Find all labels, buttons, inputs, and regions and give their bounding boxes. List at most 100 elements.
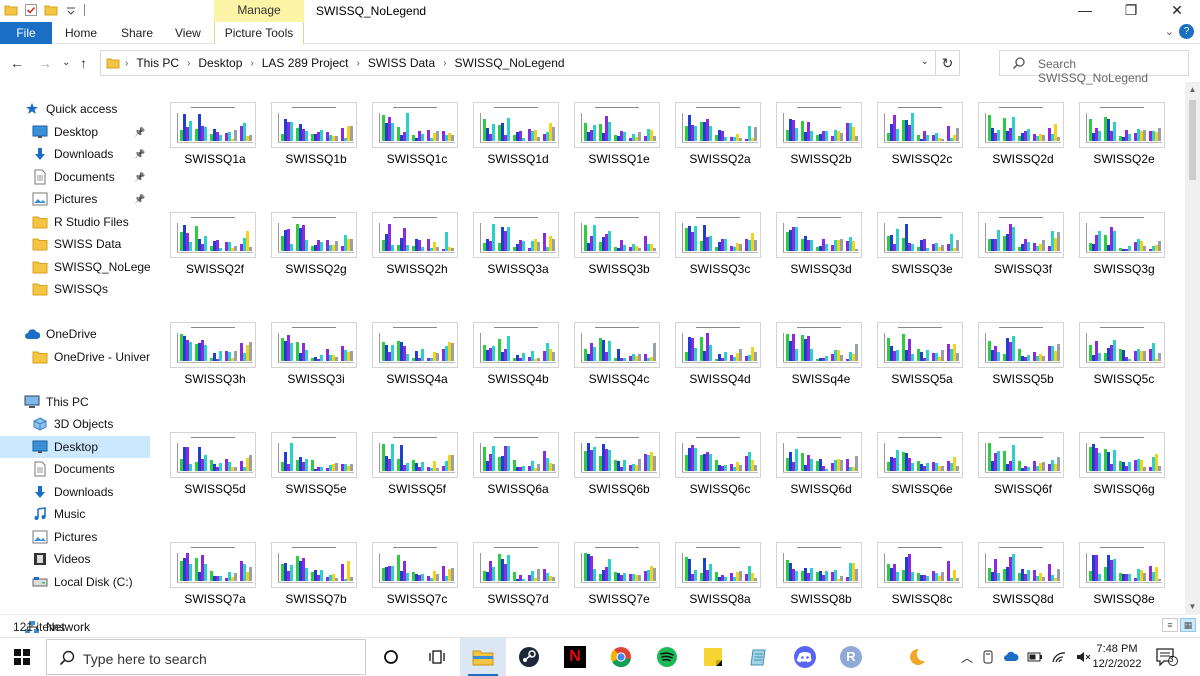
chrome-icon[interactable] [598, 638, 644, 676]
spotify-icon[interactable] [644, 638, 690, 676]
steam-icon[interactable] [506, 638, 552, 676]
tab-view[interactable]: View [175, 22, 201, 44]
breadcrumb-swiss-data[interactable]: SWISS Data [368, 56, 435, 70]
file-item[interactable]: SWISSQ6a [465, 422, 561, 502]
file-item[interactable]: SWISSQ8e [1071, 532, 1167, 612]
sidebar-item[interactable]: This PC [0, 391, 150, 413]
pin-icon[interactable]: 📌 [134, 172, 145, 183]
sidebar-item[interactable]: OneDrive [0, 323, 150, 345]
sidebar-item[interactable]: Local Disk (C:) [0, 571, 150, 593]
sidebar-item[interactable]: Quick access [0, 98, 150, 120]
recent-locations-button[interactable]: ⌄ [62, 57, 70, 68]
file-item[interactable]: SWISSQ5f [364, 422, 460, 502]
address-bar[interactable]: › This PC › Desktop › LAS 289 Project › … [100, 50, 960, 76]
file-item[interactable]: SWISSq4e [768, 312, 864, 392]
discord-icon[interactable] [782, 638, 828, 676]
scroll-up-arrow-icon[interactable]: ▲ [1185, 82, 1200, 97]
file-item[interactable]: SWISSQ8c [869, 532, 965, 612]
sidebar-item[interactable]: Music [0, 503, 150, 525]
sidebar-item[interactable]: Downloads 📌 [0, 143, 150, 165]
file-item[interactable]: SWISSQ3g [1071, 202, 1167, 282]
sidebar-item[interactable]: SWISSQ_NoLegend [0, 256, 150, 278]
file-item[interactable]: SWISSQ4d [667, 312, 763, 392]
sidebar-item[interactable]: OneDrive - Universi [0, 346, 150, 368]
expand-ribbon-chevron-icon[interactable]: ⌄ [1165, 25, 1174, 38]
taskbar-search-box[interactable]: Type here to search [46, 639, 366, 675]
file-item[interactable]: SWISSQ6e [869, 422, 965, 502]
address-dropdown-chevron-icon[interactable]: ⌄ [921, 56, 929, 67]
file-item[interactable]: SWISSQ2a [667, 92, 763, 172]
file-item[interactable]: SWISSQ2h [364, 202, 460, 282]
help-icon[interactable]: ? [1179, 24, 1194, 39]
breadcrumb-separator[interactable]: › [356, 58, 359, 69]
file-item[interactable]: SWISSQ2f [162, 202, 258, 282]
file-item[interactable]: SWISSQ5d [162, 422, 258, 502]
tab-picture-tools[interactable]: Picture Tools [214, 22, 304, 44]
file-item[interactable]: SWISSQ6f [970, 422, 1066, 502]
large-icons-view-icon[interactable]: ▦ [1180, 618, 1196, 632]
file-explorer-icon[interactable] [460, 638, 506, 676]
file-item[interactable]: SWISSQ7b [263, 532, 359, 612]
start-button[interactable] [0, 638, 44, 676]
file-item[interactable]: SWISSQ1a [162, 92, 258, 172]
sidebar-item[interactable]: Desktop 📌 [0, 121, 150, 143]
breadcrumb-separator[interactable]: › [250, 58, 253, 69]
file-item[interactable]: SWISSQ5b [970, 312, 1066, 392]
sidebar-item[interactable]: Documents 📌 [0, 166, 150, 188]
show-hidden-icons-chevron-icon[interactable]: ︿ [961, 649, 973, 666]
battery-icon[interactable] [1027, 650, 1043, 664]
file-item[interactable]: SWISSQ1c [364, 92, 460, 172]
usb-device-icon[interactable] [981, 650, 995, 664]
new-folder-icon[interactable] [44, 3, 58, 17]
file-item[interactable]: SWISSQ7c [364, 532, 460, 612]
sidebar-item[interactable]: Downloads [0, 481, 150, 503]
cortana-circle-icon[interactable] [368, 638, 414, 676]
tab-home[interactable]: Home [65, 22, 97, 44]
file-item[interactable]: SWISSQ3b [566, 202, 662, 282]
breadcrumb-swissq-nolegend[interactable]: SWISSQ_NoLegend [455, 56, 565, 70]
sidebar-item[interactable]: Pictures [0, 526, 150, 548]
file-item[interactable]: SWISSQ4b [465, 312, 561, 392]
notepad-icon[interactable] [736, 638, 782, 676]
file-item[interactable]: SWISSQ1b [263, 92, 359, 172]
maximize-button[interactable]: ❐ [1108, 0, 1154, 22]
clock[interactable]: 7:48 PM 12/2/2022 [1092, 642, 1142, 672]
file-item[interactable]: SWISSQ7a [162, 532, 258, 612]
file-item[interactable]: SWISSQ5c [1071, 312, 1167, 392]
pin-icon[interactable]: 📌 [134, 194, 145, 205]
file-item[interactable]: SWISSQ6b [566, 422, 662, 502]
sidebar-item[interactable]: Pictures 📌 [0, 188, 150, 210]
file-item[interactable]: SWISSQ2g [263, 202, 359, 282]
moon-weather-icon[interactable] [905, 646, 927, 668]
speaker-muted-icon[interactable] [1075, 650, 1091, 664]
file-item[interactable]: SWISSQ3c [667, 202, 763, 282]
file-item[interactable]: SWISSQ3i [263, 312, 359, 392]
refresh-button[interactable]: ↻ [935, 51, 959, 75]
file-item[interactable]: SWISSQ8b [768, 532, 864, 612]
pin-icon[interactable]: 📌 [134, 149, 145, 160]
tab-file[interactable]: File [0, 22, 52, 44]
onedrive-cloud-icon[interactable] [1003, 650, 1019, 664]
vertical-scrollbar[interactable]: ▲ ▼ [1185, 82, 1200, 614]
file-item[interactable]: SWISSQ6c [667, 422, 763, 502]
pin-icon[interactable]: 📌 [134, 127, 145, 138]
file-item[interactable]: SWISSQ7e [566, 532, 662, 612]
sidebar-item[interactable]: Documents [0, 458, 150, 480]
file-item[interactable]: SWISSQ3a [465, 202, 561, 282]
sidebar-item[interactable]: Desktop [0, 436, 150, 458]
file-item[interactable]: SWISSQ8d [970, 532, 1066, 612]
sidebar-item[interactable]: 3D Objects [0, 413, 150, 435]
file-item[interactable]: SWISSQ1d [465, 92, 561, 172]
file-item[interactable]: SWISSQ2c [869, 92, 965, 172]
task-view-icon[interactable] [414, 638, 460, 676]
search-input[interactable]: Search SWISSQ_NoLegend [999, 50, 1189, 85]
sticky-notes-icon[interactable] [690, 638, 736, 676]
breadcrumb-separator[interactable]: › [443, 58, 446, 69]
tab-share[interactable]: Share [121, 22, 153, 44]
file-item[interactable]: SWISSQ3e [869, 202, 965, 282]
breadcrumb-desktop[interactable]: Desktop [198, 56, 242, 70]
sidebar-item[interactable]: Videos [0, 548, 150, 570]
minimize-button[interactable]: — [1062, 0, 1108, 22]
scrollbar-thumb[interactable] [1189, 100, 1196, 180]
file-item[interactable]: SWISSQ4a [364, 312, 460, 392]
